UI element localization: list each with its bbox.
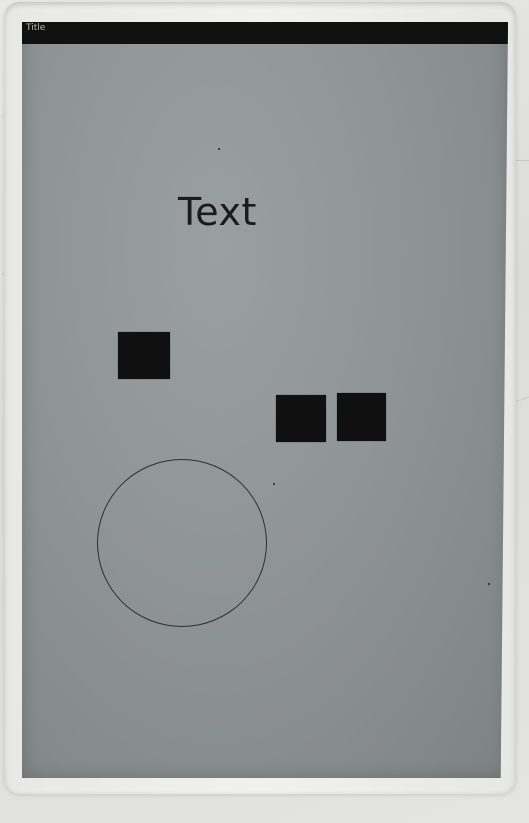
screen-speck xyxy=(488,583,490,585)
circle-outline xyxy=(97,459,267,627)
window-title-bar: Title xyxy=(22,22,508,44)
device-frame: Title Text xyxy=(4,2,516,794)
window-title: Title xyxy=(26,23,46,33)
screen-speck xyxy=(218,148,220,150)
black-square xyxy=(276,395,326,442)
screen-speck xyxy=(273,483,275,485)
text-label: Text xyxy=(178,190,257,234)
black-square xyxy=(337,393,386,441)
black-square xyxy=(118,332,170,379)
device-screen: Title Text xyxy=(22,22,508,778)
